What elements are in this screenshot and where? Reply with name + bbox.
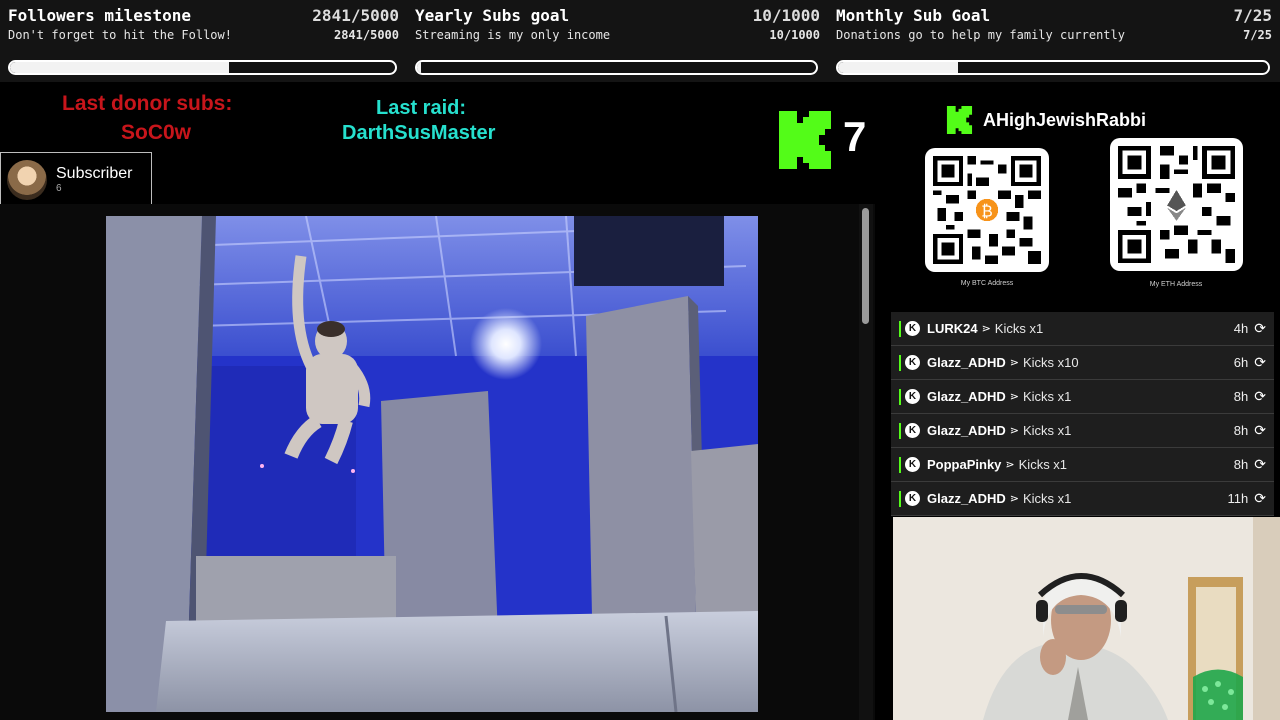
goal-subcount: 10/1000 — [769, 28, 820, 42]
feed-user: Glazz_ADHD — [927, 389, 1006, 404]
eth-caption: My ETH Address — [1149, 281, 1203, 288]
kick-badge-icon: K — [905, 457, 920, 472]
goal-progress-fill — [838, 62, 959, 73]
scrollbar-thumb[interactable] — [862, 208, 869, 324]
kick-badge-icon: K — [905, 491, 920, 506]
last-raid-label: Last raid: — [376, 97, 467, 119]
last-donor-name: SoC0w — [121, 121, 192, 144]
list-item: K Glazz_ADHD ⋗ Kicks x1 11h ⟳ — [891, 482, 1274, 516]
list-item: K Glazz_ADHD ⋗ Kicks x10 6h ⟳ — [891, 346, 1274, 380]
feed-user: PoppaPinky — [927, 457, 1002, 472]
accent-bar — [899, 491, 901, 507]
goal-title: Followers milestone — [8, 6, 192, 25]
feed-time: 8h — [1233, 389, 1249, 404]
arrow-icon: ⋗ — [1009, 357, 1019, 369]
goal-count: 10/1000 — [752, 6, 820, 25]
accent-bar — [899, 389, 901, 405]
feed-user: Glazz_ADHD — [927, 491, 1006, 506]
arrow-icon: ⋗ — [1009, 493, 1019, 505]
goal-title: Yearly Subs goal — [415, 6, 570, 25]
replay-icon[interactable]: ⟳ — [1254, 388, 1266, 405]
goal-count: 7/25 — [1233, 6, 1272, 25]
kick-logo-icon — [946, 106, 973, 134]
accent-bar — [899, 423, 901, 439]
subscriber-count: 6 — [56, 183, 62, 194]
channel-name: AHighJewishRabbi — [983, 109, 1147, 130]
goal-monthly-subs: Monthly Sub Goal 7/25 Donations go to hel… — [828, 0, 1280, 82]
goal-followers: Followers milestone 2841/5000 Don't forge… — [0, 0, 407, 82]
goal-subtitle: Don't forget to hit the Follow! — [8, 28, 232, 42]
btc-caption: My BTC Address — [960, 280, 1014, 287]
kick-gift-feed: K LURK24 ⋗ Kicks x1 4h ⟳ K Glazz_ADHD ⋗ … — [891, 312, 1274, 516]
replay-icon[interactable]: ⟳ — [1254, 456, 1266, 473]
feed-time: 4h — [1233, 321, 1249, 336]
accent-bar — [899, 355, 901, 371]
video-frame[interactable] — [106, 216, 758, 712]
goal-progress-bar — [8, 60, 397, 75]
feed-gift: Kicks x10 — [1022, 355, 1079, 370]
kick-badge-icon: K — [905, 389, 920, 404]
goal-yearly-subs: Yearly Subs goal 10/1000 Streaming is my … — [407, 0, 828, 82]
feed-gift: Kicks x1 — [994, 321, 1044, 336]
feed-time: 8h — [1233, 423, 1249, 438]
list-item: K LURK24 ⋗ Kicks x1 4h ⟳ — [891, 312, 1274, 346]
arrow-icon: ⋗ — [1005, 459, 1015, 471]
feed-gift: Kicks x1 — [1022, 423, 1072, 438]
feed-time: 6h — [1233, 355, 1249, 370]
kick-badge-icon: K — [905, 423, 920, 438]
goal-progress-bar — [415, 60, 818, 75]
kick-badge-icon: K — [905, 321, 920, 336]
list-item: K Glazz_ADHD ⋗ Kicks x1 8h ⟳ — [891, 380, 1274, 414]
channel-header: AHighJewishRabbi — [946, 106, 1146, 134]
kick-logo-icon — [779, 111, 831, 169]
goal-progress-fill — [10, 62, 229, 73]
kick-badge-icon: K — [905, 355, 920, 370]
arrow-icon: ⋗ — [1009, 425, 1019, 437]
accent-bar — [899, 321, 901, 337]
goal-subtitle: Donations go to help my family currently — [836, 28, 1125, 42]
replay-icon[interactable]: ⟳ — [1254, 422, 1266, 439]
qr-code-icon — [1118, 146, 1235, 263]
goal-subcount: 7/25 — [1243, 28, 1272, 42]
avatar — [7, 159, 47, 200]
goal-subcount: 2841/5000 — [333, 28, 399, 42]
svg-text:₿: ₿ — [981, 202, 993, 220]
feed-gift: Kicks x1 — [1018, 457, 1068, 472]
replay-icon[interactable]: ⟳ — [1254, 320, 1266, 337]
list-item: K PoppaPinky ⋗ Kicks x1 8h ⟳ — [891, 448, 1274, 482]
feed-user: Glazz_ADHD — [927, 355, 1006, 370]
qr-code-icon: ₿ — [933, 156, 1041, 264]
arrow-icon: ⋗ — [981, 323, 991, 335]
last-donor-label: Last donor subs: — [62, 92, 233, 115]
last-raid-name: DarthSusMaster — [342, 122, 496, 144]
subscriber-card: Subscriber 6 — [0, 152, 152, 207]
goal-subtitle: Streaming is my only income — [415, 28, 611, 42]
goal-progress-bar — [836, 60, 1270, 75]
list-item: K Glazz_ADHD ⋗ Kicks x1 8h ⟳ — [891, 414, 1274, 448]
arrow-icon: ⋗ — [1009, 391, 1019, 403]
goal-title: Monthly Sub Goal — [836, 6, 991, 25]
btc-qr-code: ₿ — [925, 148, 1049, 272]
eth-qr-code — [1110, 138, 1243, 271]
replay-icon[interactable]: ⟳ — [1254, 490, 1266, 507]
feed-time: 11h — [1227, 491, 1249, 506]
replay-icon[interactable]: ⟳ — [1254, 354, 1266, 371]
feed-user: LURK24 — [927, 321, 978, 336]
goal-progress-fill — [417, 62, 421, 73]
feed-user: Glazz_ADHD — [927, 423, 1006, 438]
feed-time: 8h — [1233, 457, 1249, 472]
subscriber-title: Subscriber — [56, 165, 133, 182]
goal-count: 2841/5000 — [312, 6, 399, 25]
kick-count: 7 — [843, 113, 867, 160]
accent-bar — [899, 457, 901, 473]
webcam-feed — [893, 517, 1280, 720]
feed-gift: Kicks x1 — [1022, 491, 1072, 506]
feed-gift: Kicks x1 — [1022, 389, 1072, 404]
